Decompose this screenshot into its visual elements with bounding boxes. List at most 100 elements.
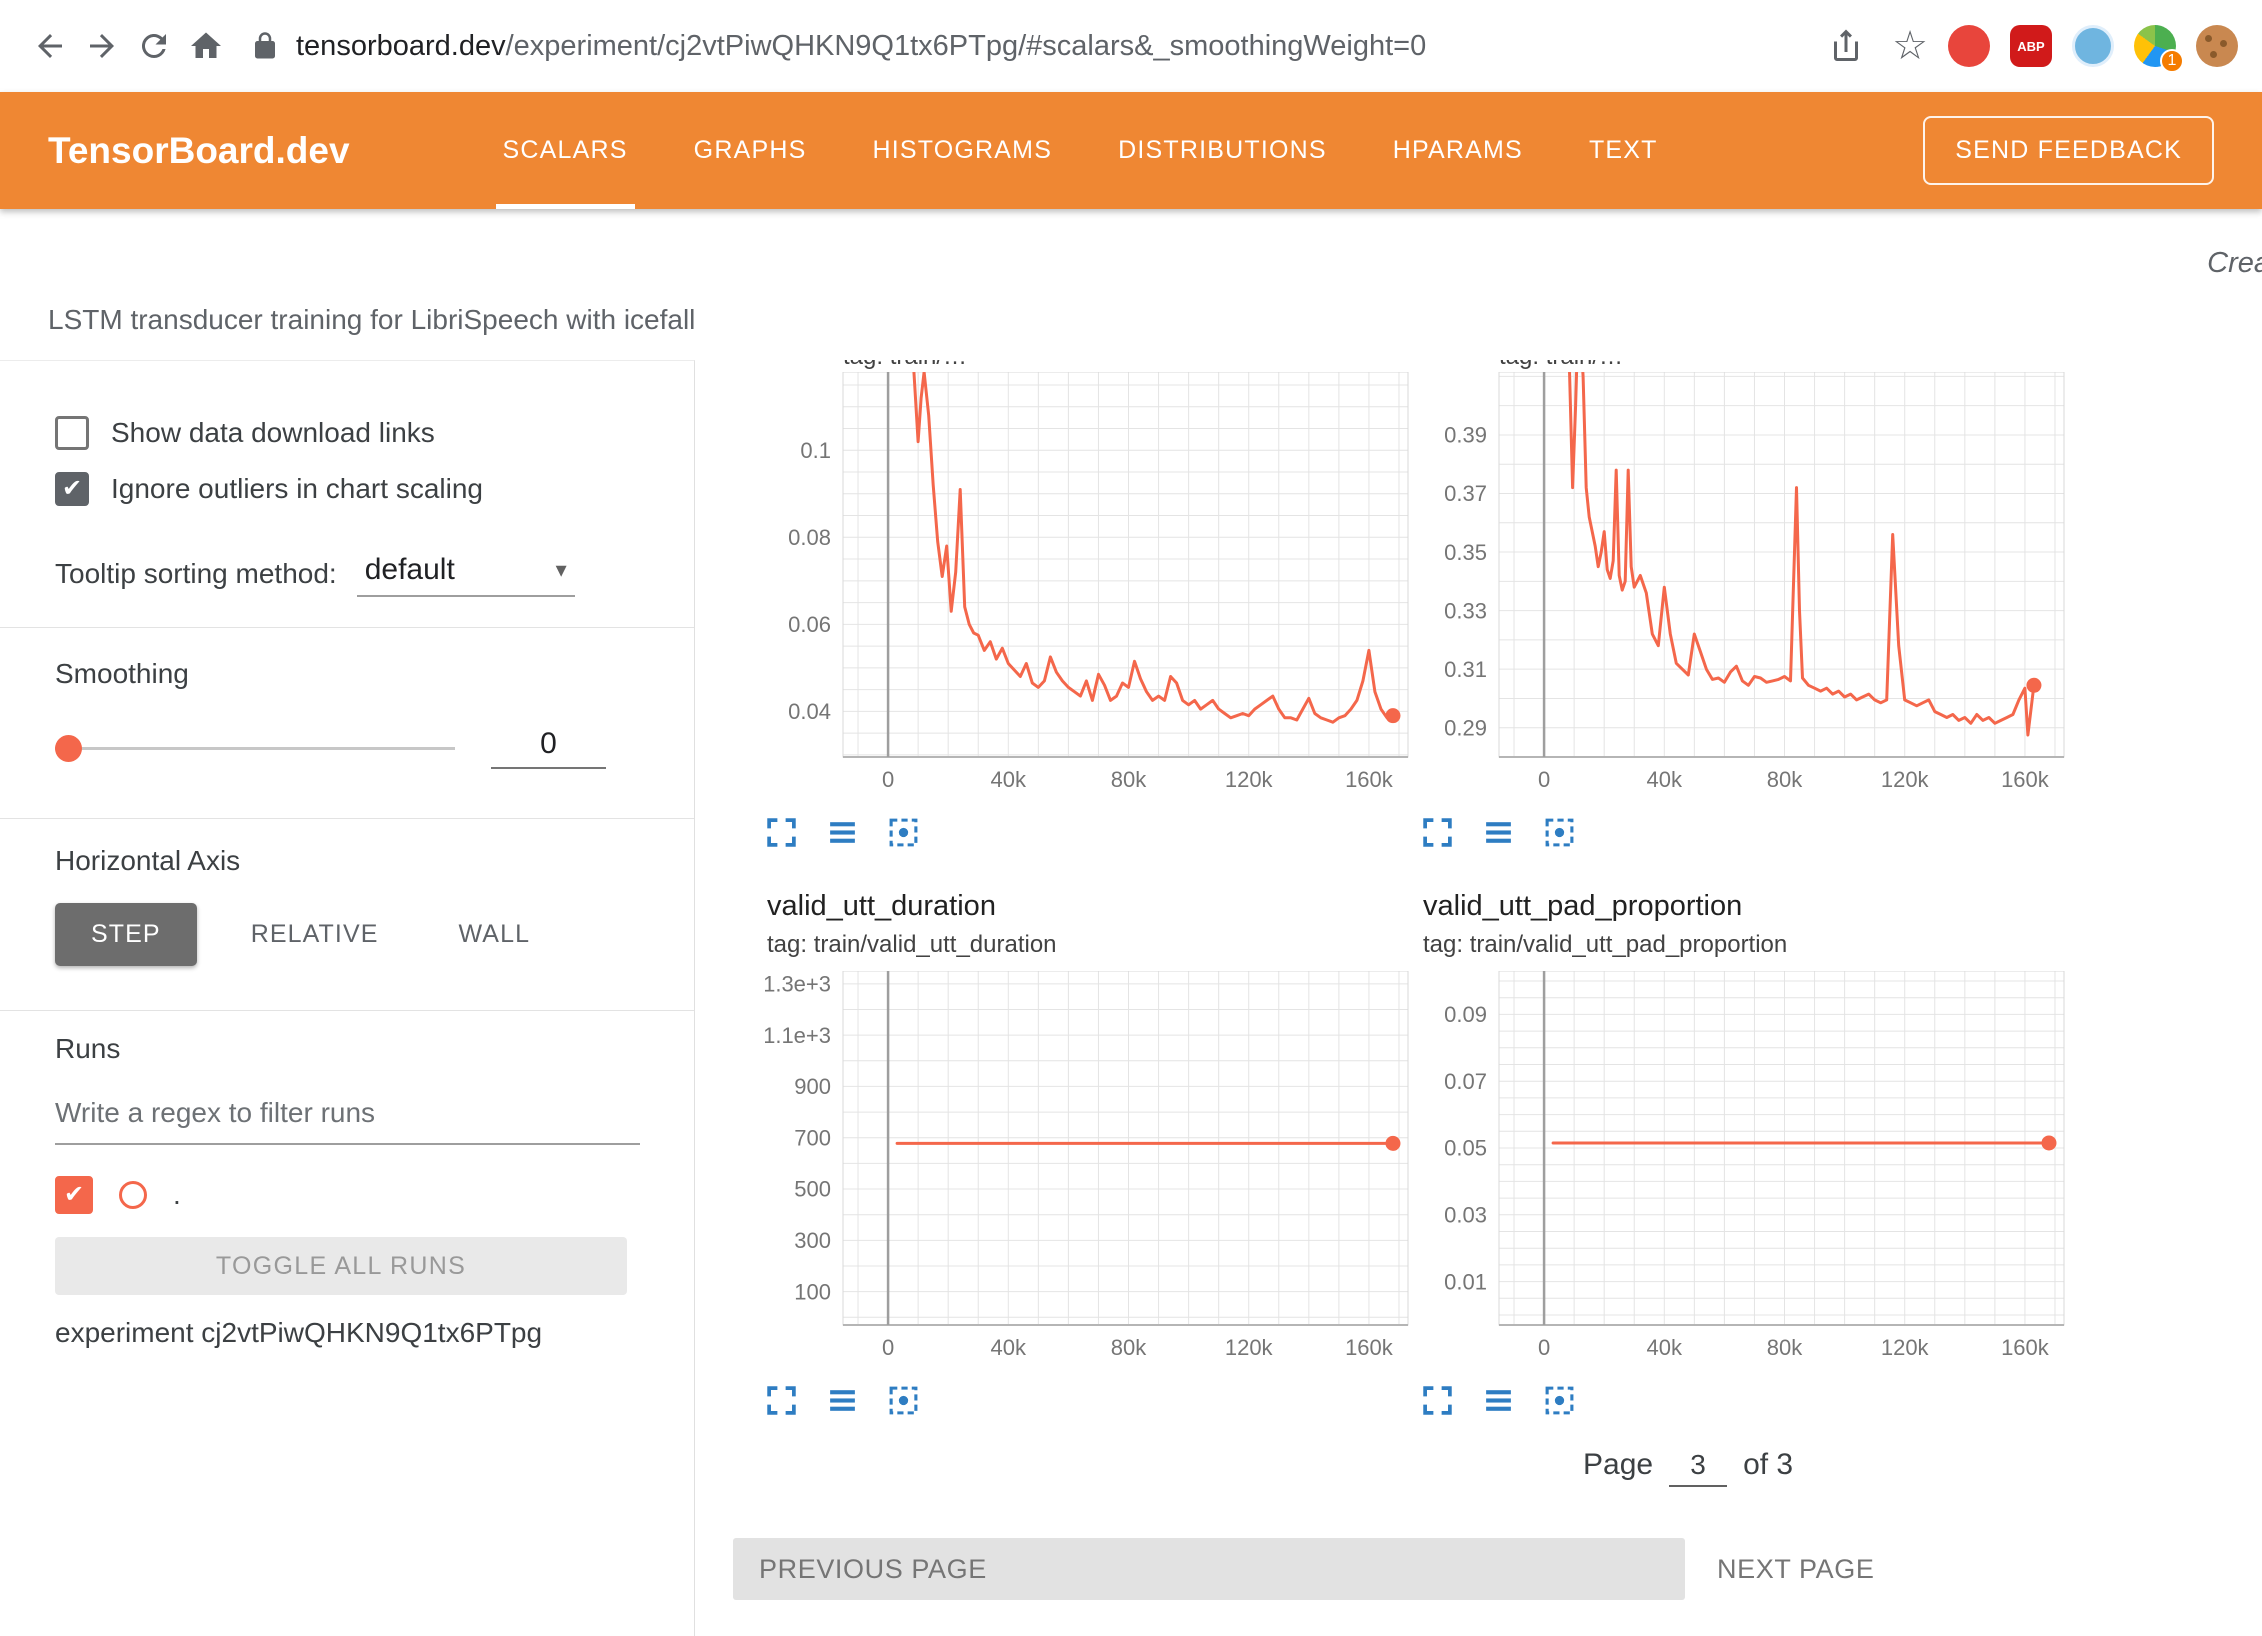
log-scale-icon[interactable] (1482, 816, 1515, 849)
svg-text:0.04: 0.04 (788, 699, 831, 724)
chart-plot-top-left[interactable]: 0.040.060.080.1040k80k120k160k (765, 372, 1426, 795)
svg-text:80k: 80k (1767, 767, 1803, 792)
charts-panel: tag: train/…0.040.060.080.1040k80k120k16… (695, 360, 2262, 1636)
fit-data-icon[interactable] (887, 816, 920, 849)
runs-filter-input[interactable] (55, 1091, 640, 1145)
svg-text:100: 100 (794, 1279, 831, 1304)
chart-plot-bottom-right[interactable]: 0.010.030.050.070.09040k80k120k160k (1421, 971, 2082, 1363)
svg-text:0.37: 0.37 (1444, 481, 1487, 506)
tab-text[interactable]: TEXT (1556, 92, 1691, 209)
tab-histograms[interactable]: HISTOGRAMS (839, 92, 1085, 209)
slider-track (55, 747, 455, 750)
svg-text:80k: 80k (1767, 1335, 1803, 1360)
tab-scalars[interactable]: SCALARS (470, 92, 661, 209)
tab-graphs[interactable]: GRAPHS (661, 92, 840, 209)
svg-text:120k: 120k (1225, 767, 1274, 792)
tooltip-sorting-label: Tooltip sorting method: (55, 558, 337, 590)
previous-page-button[interactable]: PREVIOUS PAGE (733, 1538, 1685, 1600)
svg-text:0.1: 0.1 (800, 438, 831, 463)
browser-chrome: tensorboard.dev/experiment/cj2vtPiwQHKN9… (0, 0, 2262, 92)
divider (0, 818, 694, 819)
chart-card: valid_utt_pad_proportiontag: train/valid… (1421, 890, 2086, 1417)
cookie-icon[interactable] (2196, 25, 2238, 67)
show-download-links-label[interactable]: Show data download links (111, 417, 435, 449)
chart-toolbar (765, 816, 1430, 849)
app-header: TensorBoard.dev SCALARS GRAPHS HISTOGRAM… (0, 92, 2262, 209)
clipped-right-text: Crea (2207, 247, 2262, 280)
back-icon[interactable] (24, 20, 76, 72)
expand-icon[interactable] (765, 1384, 798, 1417)
page-of-label: of 3 (1743, 1448, 1793, 1482)
next-page-button[interactable]: NEXT PAGE (1717, 1538, 1874, 1600)
svg-text:0.39: 0.39 (1444, 423, 1487, 448)
url-text[interactable]: tensorboard.dev/experiment/cj2vtPiwQHKN9… (296, 30, 1426, 63)
run-row: ✔ . (0, 1173, 694, 1217)
run-checkbox[interactable]: ✔ (55, 1176, 93, 1214)
ignore-outliers-label[interactable]: Ignore outliers in chart scaling (111, 473, 483, 505)
experiment-description: LSTM transducer training for LibriSpeech… (48, 304, 695, 336)
svg-text:0.09: 0.09 (1444, 1002, 1487, 1027)
tooltip-sorting-dropdown[interactable]: default ▾ (357, 551, 575, 597)
svg-text:120k: 120k (1225, 1335, 1274, 1360)
ignore-outliers-checkbox[interactable]: ✔ (55, 472, 89, 506)
svg-text:80k: 80k (1111, 767, 1147, 792)
send-feedback-button[interactable]: SEND FEEDBACK (1923, 116, 2214, 185)
lock-icon (250, 31, 280, 61)
expand-icon[interactable] (1421, 1384, 1454, 1417)
svg-text:1.3e+3: 1.3e+3 (765, 972, 831, 997)
divider (0, 627, 694, 628)
forward-icon[interactable] (76, 20, 128, 72)
svg-text:40k: 40k (991, 767, 1027, 792)
axis-relative-button[interactable]: RELATIVE (225, 903, 405, 966)
reload-icon[interactable] (128, 20, 180, 72)
bookmark-star-icon[interactable]: ☆ (1892, 26, 1928, 66)
svg-text:0.05: 0.05 (1444, 1136, 1487, 1161)
divider (0, 1010, 694, 1011)
svg-text:0: 0 (1538, 1335, 1550, 1360)
fit-data-icon[interactable] (1543, 1384, 1576, 1417)
chart-plot-top-right[interactable]: 0.290.310.330.350.370.39040k80k120k160k (1421, 372, 2082, 795)
svg-text:0: 0 (882, 767, 894, 792)
tab-distributions[interactable]: DISTRIBUTIONS (1085, 92, 1360, 209)
smoothing-value-input[interactable] (491, 727, 606, 769)
home-icon[interactable] (180, 20, 232, 72)
extension-adblock-icon[interactable] (1948, 25, 1990, 67)
page-number-input[interactable] (1669, 1449, 1727, 1487)
svg-text:120k: 120k (1881, 767, 1930, 792)
expand-icon[interactable] (1421, 816, 1454, 849)
address-bar[interactable]: tensorboard.dev/experiment/cj2vtPiwQHKN9… (250, 30, 1806, 63)
chart-toolbar (1421, 816, 2086, 849)
toggle-all-runs-button[interactable]: TOGGLE ALL RUNS (55, 1237, 627, 1295)
chart-card: tag: train/…0.040.060.080.1040k80k120k16… (765, 360, 1430, 849)
svg-text:700: 700 (794, 1125, 831, 1150)
chevron-down-icon: ▾ (556, 557, 567, 583)
fit-data-icon[interactable] (1543, 816, 1576, 849)
tensorboard-logo[interactable]: TensorBoard.dev (48, 130, 350, 172)
extension-blue-icon[interactable] (2072, 25, 2114, 67)
log-scale-icon[interactable] (826, 1384, 859, 1417)
chart-plot-bottom-left[interactable]: 1003005007009001.1e+31.3e+3040k80k120k16… (765, 971, 1426, 1363)
extension-colorful-icon[interactable]: 1 (2134, 25, 2176, 67)
axis-step-button[interactable]: STEP (55, 903, 197, 966)
slider-thumb[interactable] (55, 735, 82, 762)
extension-badge: 1 (2160, 49, 2184, 73)
smoothing-slider[interactable] (55, 731, 455, 765)
svg-text:0.33: 0.33 (1444, 598, 1487, 623)
log-scale-icon[interactable] (826, 816, 859, 849)
share-icon[interactable] (1820, 20, 1872, 72)
show-download-links-checkbox[interactable] (55, 416, 89, 450)
svg-text:160k: 160k (2001, 1335, 2050, 1360)
clipped-chart-tag: tag: train/… (1499, 360, 2086, 372)
chart-tag: tag: train/valid_utt_pad_proportion (1423, 931, 2086, 959)
smoothing-label: Smoothing (0, 658, 694, 690)
svg-text:0.08: 0.08 (788, 525, 831, 550)
tab-hparams[interactable]: HPARAMS (1360, 92, 1556, 209)
chart-toolbar (765, 1384, 1430, 1417)
svg-text:0.03: 0.03 (1444, 1202, 1487, 1227)
fit-data-icon[interactable] (887, 1384, 920, 1417)
axis-wall-button[interactable]: WALL (433, 903, 557, 966)
extension-abp-icon[interactable]: ABP (2010, 25, 2052, 67)
expand-icon[interactable] (765, 816, 798, 849)
log-scale-icon[interactable] (1482, 1384, 1515, 1417)
pagination: Page of 3 (1583, 1448, 1793, 1487)
